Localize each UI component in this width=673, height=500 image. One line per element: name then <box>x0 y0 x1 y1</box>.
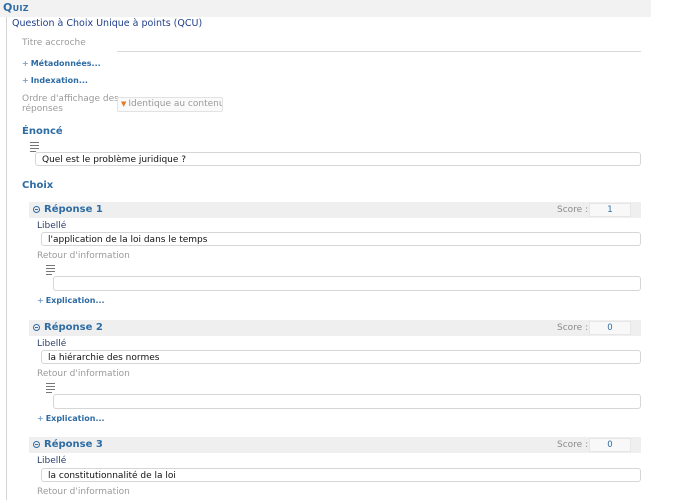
response-1-score-label: Score : <box>557 205 589 215</box>
enonce-title: Énoncé <box>22 126 63 137</box>
quiz-header-bar <box>0 0 651 17</box>
indexation-expander[interactable]: + Indexation... <box>22 76 88 85</box>
response-1-score-input[interactable]: 1 <box>589 203 631 217</box>
response-3-libelle-label: Libellé <box>37 456 67 466</box>
response-1-header: Réponse 1 Score : 1 <box>29 202 641 218</box>
enonce-input[interactable]: Quel est le problème juridique ? <box>35 152 641 166</box>
ordre-affichage-value: Identique au contenu <box>128 99 223 109</box>
plus-icon: + <box>37 414 44 423</box>
response-3-header: Réponse 3 Score : 0 <box>29 437 641 453</box>
plus-icon: + <box>37 296 44 305</box>
response-1-retour-input[interactable] <box>53 276 641 291</box>
collapse-circle-icon[interactable] <box>33 324 40 331</box>
ordre-label-line1: Ordre d'affichage des <box>22 94 119 104</box>
response-2-libelle-text: la hiérarchie des normes <box>48 353 160 363</box>
paragraph-lines-icon[interactable] <box>46 383 55 395</box>
response-2-retour-label: Retour d'information <box>37 369 130 379</box>
response-3-title: Réponse 3 <box>44 439 103 450</box>
question-type-title: Question à Choix Unique à points (QCU) <box>12 18 203 29</box>
quiz-title: Quiz <box>3 1 29 14</box>
ordre-affichage-label: Ordre d'affichage des réponses <box>22 94 119 114</box>
ordre-affichage-select[interactable]: ▼ Identique au contenu <box>117 97 223 112</box>
response-2-libelle-label: Libellé <box>37 339 67 349</box>
response-1-retour-label: Retour d'information <box>37 251 130 261</box>
choix-title: Choix <box>22 180 54 191</box>
response-2-explication-expander[interactable]: + Explication... <box>37 414 105 423</box>
response-1-libelle-text: l'application de la loi dans le temps <box>48 235 208 245</box>
response-2-retour-input[interactable] <box>53 394 641 409</box>
response-2-libelle-input[interactable]: la hiérarchie des normes <box>41 350 641 364</box>
plus-icon: + <box>22 76 29 85</box>
titre-accroche-input[interactable] <box>117 38 641 51</box>
paragraph-lines-icon[interactable] <box>46 265 55 277</box>
response-3-score-input[interactable]: 0 <box>589 438 631 452</box>
titre-accroche-underline <box>117 51 641 52</box>
response-2-header: Réponse 2 Score : 0 <box>29 320 641 336</box>
response-1-libelle-input[interactable]: l'application de la loi dans le temps <box>41 232 641 246</box>
dropdown-arrow-icon: ▼ <box>121 100 127 108</box>
response-2-score-label: Score : <box>557 323 589 333</box>
metadonnees-label: Métadonnées... <box>30 59 101 68</box>
response-1-libelle-label: Libellé <box>37 221 67 231</box>
response-3-libelle-input[interactable]: la constitutionnalité de la loi <box>41 468 641 482</box>
response-2-explication-label: Explication... <box>45 414 105 423</box>
response-1-explication-label: Explication... <box>45 296 105 305</box>
collapse-circle-icon[interactable] <box>33 441 40 448</box>
response-3-retour-label: Retour d'information <box>37 487 130 497</box>
metadonnees-expander[interactable]: + Métadonnées... <box>22 59 101 68</box>
titre-accroche-label: Titre accroche <box>22 38 86 48</box>
response-3-libelle-text: la constitutionnalité de la loi <box>48 471 176 481</box>
response-1-title: Réponse 1 <box>44 204 103 215</box>
response-2-title: Réponse 2 <box>44 322 103 333</box>
ordre-label-line2: réponses <box>22 104 63 114</box>
response-2-score-input[interactable]: 0 <box>589 321 631 335</box>
plus-icon: + <box>22 59 29 68</box>
response-3-score-label: Score : <box>557 440 589 450</box>
enonce-text: Quel est le problème juridique ? <box>42 155 187 165</box>
left-guide-line <box>6 17 7 500</box>
collapse-circle-icon[interactable] <box>33 206 40 213</box>
indexation-label: Indexation... <box>30 76 88 85</box>
response-1-explication-expander[interactable]: + Explication... <box>37 296 105 305</box>
